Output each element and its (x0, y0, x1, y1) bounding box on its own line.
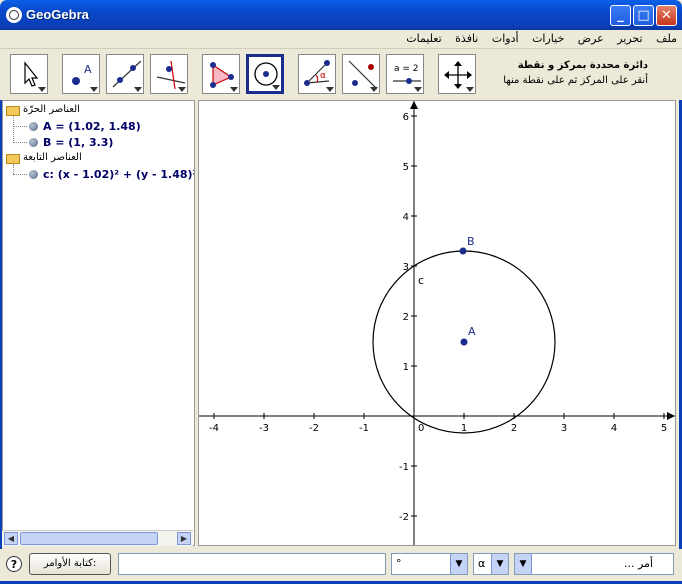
visibility-toggle-b[interactable] (29, 138, 38, 147)
algebra-view: العناصر الحرّة A = (1.02, 1.48) B = (1, … (2, 100, 195, 546)
tool-hint-description: أنقر على المركز ثم على نقطة منها (503, 75, 648, 86)
symbol-select[interactable]: ° ▼ (391, 553, 468, 575)
x-tick-label: 5 (661, 423, 667, 434)
tool-hint: دائرة محددة بمركز و نقطة أنقر على المركز… (480, 58, 648, 88)
x-axis-arrow (667, 412, 675, 420)
free-objects-folder[interactable]: العناصر الحرّة (23, 104, 80, 115)
point-a-label: A (468, 325, 476, 338)
tool-reflect[interactable] (342, 54, 380, 94)
command-input[interactable] (118, 553, 386, 575)
input-command-button[interactable]: كتابة الأوامر: (29, 553, 111, 575)
menu-edit[interactable]: تحرير (612, 30, 647, 48)
chevron-down-icon[interactable]: ▼ (515, 554, 532, 574)
x-tick-label: 2 (511, 423, 517, 434)
svg-text:α: α (320, 71, 326, 81)
menu-bar: ملف تحرير عرض خيارات أدوات نافذة تعليمات (0, 30, 682, 49)
y-tick-label: -2 (399, 512, 409, 523)
tool-perpendicular[interactable] (150, 54, 188, 94)
folder-icon (6, 106, 20, 116)
greek-select[interactable]: α ▼ (473, 553, 509, 575)
visibility-toggle-c[interactable] (29, 170, 38, 179)
visibility-toggle-a[interactable] (29, 122, 38, 131)
svg-text:A: A (84, 63, 92, 76)
menu-tools[interactable]: أدوات (487, 30, 524, 48)
menu-help[interactable]: تعليمات (401, 30, 446, 48)
tool-slider[interactable]: a = 2 (386, 54, 424, 94)
chevron-down-icon[interactable]: ▼ (450, 554, 467, 574)
menu-options[interactable]: خيارات (527, 30, 569, 48)
svg-text:a = 2: a = 2 (394, 64, 419, 74)
maximize-button[interactable]: □ (633, 5, 654, 26)
greek-select-value: α (478, 557, 486, 570)
command-select-value: أمر ... (623, 557, 653, 570)
y-tick-label: 1 (403, 362, 409, 373)
y-tick-label: 6 (403, 112, 409, 123)
x-tick-label: 1 (461, 423, 467, 434)
x-tick-label: -4 (209, 423, 219, 434)
folder-icon (6, 154, 20, 164)
menu-window[interactable]: نافذة (450, 30, 483, 48)
tool-new-point[interactable]: A (62, 54, 100, 94)
chevron-down-icon[interactable]: ▼ (491, 554, 508, 574)
scroll-left-arrow[interactable]: ◀ (4, 532, 18, 545)
y-tick-label: 2 (403, 312, 409, 323)
scroll-right-arrow[interactable]: ▶ (177, 532, 191, 545)
algebra-horizontal-scrollbar[interactable]: ◀ ▶ (2, 530, 193, 546)
x-tick-label: -1 (359, 423, 369, 434)
y-tick-label: -1 (399, 462, 409, 473)
x-tick-label: -3 (259, 423, 269, 434)
menu-file[interactable]: ملف (651, 30, 682, 48)
algebra-point-b[interactable]: B = (1, 3.3) (43, 136, 113, 149)
point-a[interactable] (460, 338, 468, 346)
tool-hint-title: دائرة محددة بمركز و نقطة (517, 60, 648, 71)
title-bar: GeoGebra _ □ ✕ (0, 0, 682, 30)
input-bar: ? كتابة الأوامر: ° ▼ α ▼ أمر ... ▼ (0, 549, 682, 581)
algebra-circle-c[interactable]: c: (x - 1.02)² + (y - 1.48)² = 3 (43, 168, 194, 181)
y-tick-label: 5 (403, 162, 409, 173)
algebra-point-a[interactable]: A = (1.02, 1.48) (43, 120, 141, 133)
window-title: GeoGebra (26, 7, 89, 22)
point-b-label: B (467, 235, 475, 248)
point-b[interactable] (459, 247, 467, 255)
close-button[interactable]: ✕ (656, 5, 677, 26)
tool-line[interactable] (106, 54, 144, 94)
menu-view[interactable]: عرض (573, 30, 609, 48)
y-tick-label: 4 (403, 212, 409, 223)
x-tick-label: 0 (418, 423, 424, 434)
graphics-view[interactable]: -4 -3 -2 -1 0 1 2 3 4 5 6 5 4 3 2 1 -1 -2 c A B (198, 100, 676, 546)
geogebra-app-icon (6, 7, 22, 23)
tool-angle[interactable]: α (298, 54, 336, 94)
command-select[interactable]: أمر ... ▼ (514, 553, 674, 575)
tool-polygon[interactable] (202, 54, 240, 94)
scroll-thumb[interactable] (20, 532, 158, 545)
tool-move[interactable] (10, 54, 48, 94)
tool-move-graphics[interactable] (438, 54, 476, 94)
coordinate-plane[interactable]: -4 -3 -2 -1 0 1 2 3 4 5 654321-1-2 c A B (199, 101, 675, 545)
minimize-button[interactable]: _ (610, 5, 631, 26)
dependent-objects-folder[interactable]: العناصر التابعة (23, 152, 82, 163)
tool-circle-center-point[interactable] (246, 54, 284, 94)
x-tick-label: 4 (611, 423, 617, 434)
help-icon[interactable]: ? (6, 556, 22, 572)
symbol-select-value: ° (396, 557, 402, 570)
x-tick-label: 3 (561, 423, 567, 434)
x-tick-label: -2 (309, 423, 319, 434)
circle-c-label: c (418, 274, 424, 287)
y-axis-arrow (410, 101, 418, 109)
